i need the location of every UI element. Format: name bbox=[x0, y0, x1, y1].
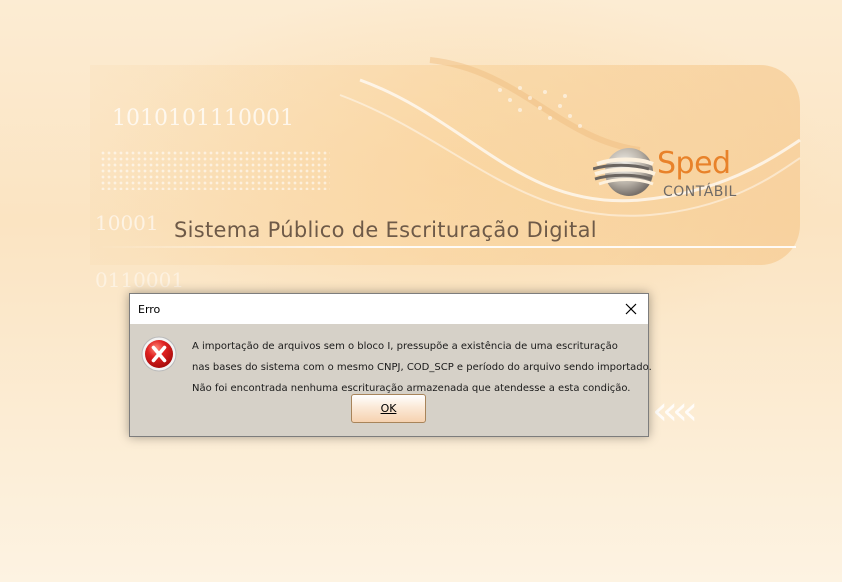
dialog-titlebar[interactable]: Erro bbox=[130, 294, 648, 324]
binary-decoration-text: 1010101110001 bbox=[112, 106, 294, 131]
dot-pattern-decoration bbox=[100, 150, 330, 190]
ok-button[interactable]: OK bbox=[351, 394, 426, 423]
logo-product-text: CONTÁBIL bbox=[663, 184, 737, 200]
error-dialog: Erro A importação de arquivos sem o bloc… bbox=[129, 293, 652, 437]
system-title: Sistema Público de Escrituração Digital bbox=[174, 218, 597, 242]
binary-decoration-text: 0110001 bbox=[95, 268, 185, 292]
sped-contabil-logo: Sped CONTÁBIL bbox=[593, 140, 743, 210]
ok-button-label: OK bbox=[380, 402, 397, 415]
error-x-icon bbox=[141, 336, 177, 372]
binary-decoration-text: 10001 bbox=[95, 211, 159, 235]
close-button[interactable] bbox=[614, 294, 648, 324]
close-icon bbox=[625, 303, 637, 315]
splash-screen: 1010101110001 10001 0110001 Sped CONTÁBI… bbox=[0, 0, 842, 582]
logo-brand-text: Sped bbox=[657, 146, 731, 181]
error-message: A importação de arquivos sem o bloco I, … bbox=[192, 336, 652, 399]
dialog-title: Erro bbox=[138, 303, 161, 316]
sped-globe-icon bbox=[593, 148, 656, 196]
error-message-line: A importação de arquivos sem o bloco I, … bbox=[192, 341, 618, 352]
title-divider bbox=[96, 246, 796, 248]
error-message-line: nas bases do sistema com o mesmo CNPJ, C… bbox=[192, 362, 652, 373]
chevrons-decoration: ‹‹‹‹ bbox=[652, 388, 698, 434]
